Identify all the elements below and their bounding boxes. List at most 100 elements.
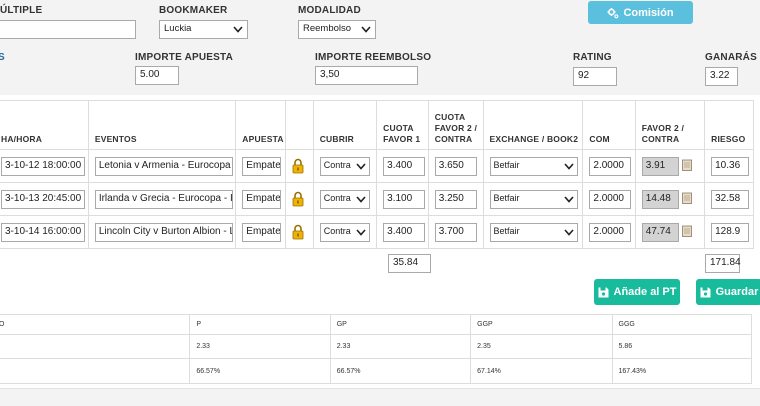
rating-input[interactable]: 92 — [573, 67, 617, 86]
results-row: 66.57% 66.57% 67.14% 167.43% — [0, 358, 753, 384]
cubrir-select[interactable]: Contra — [319, 157, 370, 176]
header-lock — [285, 100, 314, 150]
gears-icon — [607, 7, 619, 18]
riesgo-input[interactable]: 128.9 — [711, 223, 750, 242]
comision-button-label: Comisión — [623, 6, 674, 19]
bets-table: HA/HORA EVENTOS APUESTA CUBRIR CUOTA FAVO… — [0, 100, 754, 249]
bookmaker-label: BOOKMAKER — [159, 5, 228, 16]
header-exchange: EXCHANGE / BOOK2 — [482, 100, 584, 150]
notepad-icon[interactable] — [681, 225, 692, 237]
save-icon — [700, 287, 711, 297]
total-riesgo: 171.84 — [705, 254, 741, 273]
guardar-button-label: Guardar — [715, 286, 759, 298]
cuota-favor-2-input[interactable]: 3.650 — [434, 157, 477, 176]
cubrir-select[interactable]: Contra — [319, 190, 370, 209]
com-input[interactable]: 2.0000 — [589, 190, 632, 209]
fecha-input[interactable]: 3-10-14 16:00:00 — [1, 223, 85, 242]
cubrir-select[interactable]: Contra — [319, 223, 370, 242]
add-pt-button-label: Añade al PT — [613, 286, 677, 298]
bookmaker-select[interactable]: Luckia — [159, 20, 248, 39]
modalidad-select[interactable]: Reembolso — [298, 20, 376, 39]
results-cell: 2.35 — [470, 334, 613, 359]
cuota-favor-2-input[interactable]: 3.700 — [434, 223, 477, 242]
riesgo-input[interactable]: 10.36 — [711, 157, 750, 176]
table-row: 3-10-13 20:45:00 Irlanda v Grecia - Euro… — [0, 182, 754, 216]
table-row: 3-10-14 16:00:00 Lincoln City v Burton A… — [0, 215, 754, 249]
cuota-favor-1-input[interactable]: 3.400 — [383, 157, 426, 176]
total-cuota: 35.84 — [388, 254, 431, 273]
results-table: O P GP GGP GGG 2.33 2.33 2.35 5.86 66.57… — [0, 314, 753, 384]
lock-icon[interactable] — [292, 191, 304, 207]
notepad-icon[interactable] — [681, 159, 692, 171]
cuota-favor-2-input[interactable]: 3.250 — [434, 190, 477, 209]
apuesta-input[interactable]: Empate — [242, 223, 282, 242]
cuota-favor-1-input[interactable]: 3.100 — [383, 190, 426, 209]
results-cell: 67.14% — [470, 358, 613, 384]
table-header-row: HA/HORA EVENTOS APUESTA CUBRIR CUOTA FAVO… — [0, 100, 754, 150]
importe-apuesta-label: IMPORTE APUESTA — [135, 52, 234, 63]
exchange-select[interactable]: Betfair — [489, 157, 578, 176]
s-label: S — [0, 52, 5, 63]
apuesta-input[interactable]: Empate — [242, 190, 282, 209]
favor-2-value: 14.48 — [641, 190, 679, 209]
add-pt-button[interactable]: Añade al PT — [594, 279, 680, 305]
header-fecha: HA/HORA — [0, 100, 89, 150]
cuota-favor-1-input[interactable]: 3.400 — [383, 223, 426, 242]
multiple-input[interactable] — [0, 20, 136, 39]
chevron-down-icon — [356, 163, 366, 170]
evento-input[interactable]: Lincoln City v Burton Albion - Lea — [94, 223, 233, 242]
header-cuota-favor-1: CUOTA FAVOR 1 — [376, 100, 429, 150]
ganaras-label: GANARÁS — [705, 52, 757, 63]
ganaras-input[interactable]: 3.22 — [705, 67, 738, 86]
notepad-icon[interactable] — [681, 192, 692, 204]
exchange-select[interactable]: Betfair — [489, 223, 578, 242]
evento-input[interactable]: Letonia v Armenia - Eurocopa - I — [94, 157, 233, 176]
results-header-cell: GGP — [470, 314, 613, 335]
results-header-cell: O — [0, 314, 191, 335]
com-input[interactable]: 2.0000 — [589, 223, 632, 242]
multiple-label: ÚLTIPLE — [0, 5, 43, 16]
header-eventos: EVENTOS — [87, 100, 237, 150]
header-riesgo: RIESGO — [704, 100, 754, 150]
exchange-select[interactable]: Betfair — [489, 190, 578, 209]
fecha-input[interactable]: 3-10-13 20:45:00 — [1, 190, 85, 209]
header-com: COM — [582, 100, 636, 150]
header-cuota-favor-2: CUOTA FAVOR 2 /CONTRA — [427, 100, 484, 150]
guardar-button[interactable]: Guardar — [696, 279, 760, 305]
chevron-down-icon — [356, 229, 366, 236]
results-header-row: O P GP GGP GGG — [0, 314, 753, 335]
results-cell: 2.33 — [189, 334, 331, 359]
fecha-input[interactable]: 3-10-12 18:00:00 — [1, 157, 85, 176]
modalidad-label: MODALIDAD — [298, 5, 361, 16]
importe-reembolso-input[interactable]: 3,50 — [315, 66, 418, 85]
importe-apuesta-input[interactable]: 5.00 — [135, 66, 179, 85]
table-row: 3-10-12 18:00:00 Letonia v Armenia - Eur… — [0, 149, 754, 183]
results-cell: 66.57% — [189, 358, 331, 384]
riesgo-input[interactable]: 32.58 — [711, 190, 750, 209]
evento-input[interactable]: Irlanda v Grecia - Eurocopa - Inte — [94, 190, 233, 209]
chevron-down-icon — [233, 26, 243, 33]
footer-bar — [0, 388, 760, 406]
apuesta-input[interactable]: Empate — [242, 157, 282, 176]
chevron-down-icon — [563, 229, 574, 236]
header-cubrir: CUBRIR — [312, 100, 378, 150]
header-apuesta: APUESTA — [235, 100, 287, 150]
modalidad-select-value: Reembolso — [303, 23, 352, 34]
results-cell: 167.43% — [611, 358, 753, 384]
results-header-cell: GP — [329, 314, 472, 335]
results-cell — [0, 358, 191, 384]
save-icon — [598, 287, 609, 297]
results-cell — [0, 334, 191, 359]
results-header-cell: GGG — [611, 314, 753, 335]
com-input[interactable]: 2.0000 — [589, 157, 632, 176]
chevron-down-icon — [563, 196, 574, 203]
importe-reembolso-label: IMPORTE REEMBOLSO — [315, 52, 432, 63]
results-cell: 2.33 — [329, 334, 472, 359]
chevron-down-icon — [356, 196, 366, 203]
lock-icon[interactable] — [292, 224, 304, 240]
favor-2-value: 3.91 — [641, 157, 679, 176]
lock-icon[interactable] — [292, 158, 304, 174]
chevron-down-icon — [361, 26, 371, 33]
favor-2-value: 47.74 — [641, 223, 679, 242]
comision-button[interactable]: Comisión — [588, 1, 693, 24]
